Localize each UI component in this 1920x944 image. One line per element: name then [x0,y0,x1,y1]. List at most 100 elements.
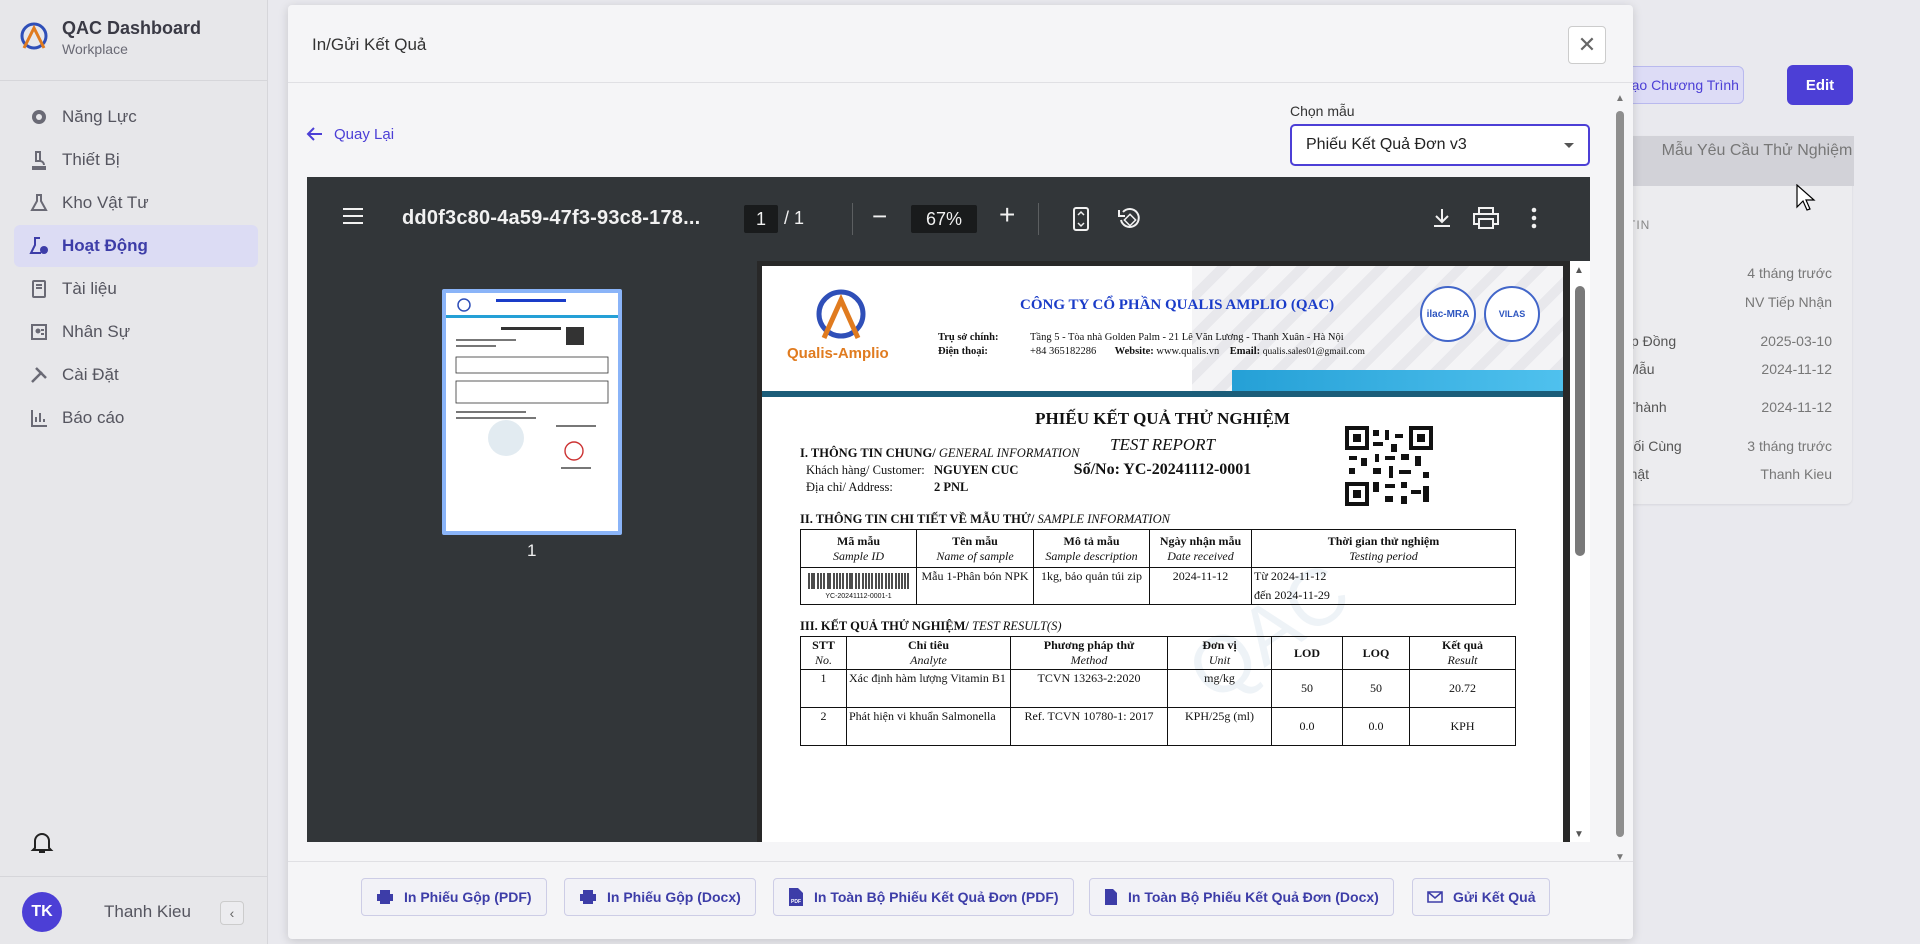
table-cell: 50 [1271,669,1343,708]
website-value: www.qualis.vn [1156,346,1220,357]
sidebar-item-bao-cao[interactable]: Báo cáo [14,397,258,439]
sidebar-item-kho-vat-tu[interactable]: Kho Vật Tư [14,182,258,224]
document-scrollbar[interactable]: ▲ ▼ [1570,261,1590,842]
sidebar-item-label: Hoạt Động [62,236,148,255]
scroll-down-icon[interactable]: ▼ [1574,829,1584,840]
barcode-icon [807,572,909,589]
header-cell: LOD [1293,645,1320,660]
table-cell: 0.0 [1271,707,1343,746]
app-title: QAC Dashboard [62,18,202,38]
email-label: Email: [1229,346,1261,357]
page-number-input[interactable]: 1 [744,205,778,233]
scrollbar-thumb[interactable] [1616,111,1624,837]
section-title: I. THÔNG TIN CHUNG/ [800,446,936,460]
id-card-icon [28,321,50,343]
detail-row: ạoNV Tiếp Nhận [1600,294,1832,310]
sidebar-item-nang-luc[interactable]: Năng Lực [14,96,258,138]
header-cell: Thời gian thử nghiệm [1327,533,1440,548]
report-page: Qualis-Amplio CÔNG TY CỔ PHẦN QUALIS AMP… [762,266,1563,842]
header-cell-en: Unit [1208,653,1231,667]
period-from: Từ 2024-11-12 [1254,569,1327,583]
sidebar-nav: Năng Lực Thiết Bị Kho Vật Tư Hoạt Động T… [14,96,258,440]
qualis-logo-icon [816,289,866,340]
header-cell: Phương pháp thử [1043,638,1135,652]
print-combined-pdf-button[interactable]: In Phiếu Gộp (PDF) [361,878,547,916]
avatar: TK [22,892,62,932]
scroll-up-icon[interactable]: ▲ [1615,93,1625,104]
table-row: 2 Phát hiện vi khuẩn Salmonella Ref. TCV… [800,707,1516,746]
sidebar-item-tai-lieu[interactable]: Tài liệu [14,268,258,310]
user-name: Thanh Kieu [104,902,191,921]
detail-row: ật Cuối Cùng 3 tháng trước [1600,438,1832,454]
collapse-sidebar-button[interactable]: ‹ [220,901,244,925]
header-cell-en: Analyte [910,653,947,667]
header-cell-en: Testing period [1349,548,1418,563]
sidebar-item-label: Năng Lực [62,107,137,126]
rotate-icon[interactable] [1117,207,1143,231]
logo-text: Qualis-Amplio [787,345,889,362]
header-cell: Đơn vị [1202,638,1237,652]
header-cell: Tên mẫu [952,533,998,548]
header-cell-en: Sample ID [833,548,884,563]
modal-header: In/Gửi Kết Quả ✕ [288,5,1633,83]
table-header-row: Mã mẫu Sample ID Tên mẫu Name of sample Mô… [800,529,1516,568]
detail-row: ập NhậtThanh Kieu [1600,466,1832,482]
table-cell: Ref. TCVN 10780-1: 2017 [1010,707,1168,746]
brand[interactable]: QAC Dashboard Workplace [16,18,201,57]
close-button[interactable]: ✕ [1568,26,1606,64]
sidebar-divider [0,876,268,877]
header-cell-en: Method [1070,653,1108,667]
sidebar-item-thiet-bi[interactable]: Thiết Bị [14,139,258,181]
printer-icon[interactable] [1473,207,1499,229]
header-cell: STT [812,638,835,652]
send-results-button[interactable]: Gửi Kết Quả [1412,878,1551,916]
table-header-row: STT No. Chỉ tiêu Analyte Phương pháp thử Me… [800,636,1516,670]
print-all-single-pdf-button[interactable]: PDF In Toàn Bộ Phiếu Kết Quả Đơn (PDF) [773,878,1074,916]
zoom-input[interactable]: 67% [911,205,977,233]
section-title: II. THÔNG TIN CHI TIẾT VỀ MẪU THỬ/ [800,512,1035,526]
modal-scrollbar[interactable]: ▲ ▼ [1613,93,1627,863]
tab-sample-request[interactable]: Mẫu Yêu Cầu Thử Nghiệm [1600,136,1854,186]
edit-button[interactable]: Edit [1787,65,1853,105]
menu-icon[interactable] [343,207,363,225]
table-row: YC-20241112-0001-1 Mẫu 1-Phân bón NPK 1k… [800,567,1516,605]
thumbnail-preview [446,298,618,469]
scrollbar-thumb[interactable] [1575,286,1585,556]
header-cell-en: Result [1447,653,1478,667]
table-row: 1 Xác định hàm lượng Vitamin B1 TCVN 132… [800,669,1516,708]
back-link[interactable]: Quay Lại [306,125,394,143]
table-cell: 2 [800,707,847,746]
qac-logo-icon [20,22,48,49]
sidebar-item-cai-dat[interactable]: Cài Đặt [14,354,258,396]
header-cell-en: Date received [1167,548,1234,563]
button-label: In Phiếu Gộp (PDF) [404,889,532,905]
print-all-single-docx-button[interactable]: In Toàn Bộ Phiếu Kết Quả Đơn (Docx) [1089,878,1394,916]
create-program-button[interactable]: Tạo Chương Trình [1618,66,1744,104]
vilas-seal: VILAS [1484,286,1540,342]
zoom-in-icon[interactable]: + [999,199,1015,231]
page-thumbnail[interactable] [442,289,622,535]
sidebar-item-label: Thiết Bị [62,150,120,169]
bell-icon[interactable] [28,828,56,856]
fit-page-icon[interactable] [1073,207,1089,231]
mouse-cursor-icon [1796,184,1816,211]
header-cell: Mô tả mẫu [1063,533,1120,548]
user-profile[interactable]: TK Thanh Kieu [22,892,191,932]
sidebar-item-hoat-dong[interactable]: Hoạt Động [14,225,258,267]
test-results-table: STT No. Chỉ tiêu Analyte Phương pháp thử Me… [800,636,1516,746]
scroll-up-icon[interactable]: ▲ [1574,265,1584,276]
download-icon[interactable] [1431,207,1453,229]
pdf-toolbar: dd0f3c80-4a59-47f3-93c8-178... 1 / 1 − 6… [307,177,1590,261]
header-cell: Ngày nhận mẫu [1159,533,1242,548]
template-select[interactable]: Phiếu Kết Quả Đơn v3 [1290,124,1590,166]
thumbnail-page-number: 1 [527,541,537,560]
sidebar-item-nhan-su[interactable]: Nhân Sự [14,311,258,353]
period-to: đến 2024-11-29 [1254,588,1330,602]
sidebar-item-label: Báo cáo [62,408,125,427]
header-cell: Chỉ tiêu [907,638,949,652]
zoom-out-icon[interactable]: − [872,201,887,232]
more-vert-icon[interactable] [1531,207,1537,229]
sidebar-item-label: Tài liệu [62,279,117,298]
print-combined-docx-button[interactable]: In Phiếu Gộp (Docx) [564,878,756,916]
bar-chart-icon [28,407,50,429]
